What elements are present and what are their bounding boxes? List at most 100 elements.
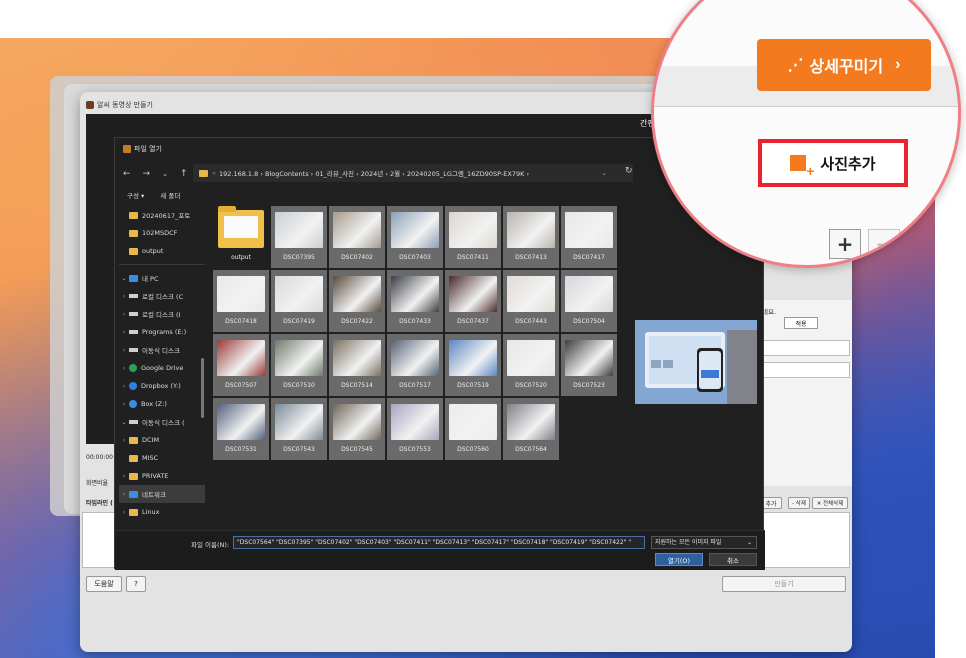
- forward-arrow-icon[interactable]: →: [143, 169, 151, 179]
- help-button[interactable]: 도움말: [86, 576, 122, 592]
- nav-item[interactable]: ⌄ 내 PC: [119, 269, 205, 287]
- nav-item[interactable]: › 로컬 디스크 (I: [119, 305, 205, 323]
- image-tile[interactable]: DSC07560: [445, 398, 501, 460]
- image-tile[interactable]: DSC07411: [445, 206, 501, 268]
- folder-tile[interactable]: output: [213, 206, 269, 268]
- image-tile[interactable]: DSC07418: [213, 270, 269, 332]
- image-tile[interactable]: DSC07514: [329, 334, 385, 396]
- expand-chevron-icon[interactable]: ›: [119, 437, 129, 444]
- expand-chevron-icon[interactable]: ›: [119, 491, 129, 498]
- nav-item[interactable]: › Linux: [119, 503, 205, 521]
- image-tile[interactable]: DSC07510: [271, 334, 327, 396]
- folder-icon: [129, 436, 138, 444]
- expand-chevron-icon[interactable]: ›: [119, 293, 129, 300]
- image-tile[interactable]: DSC07543: [271, 398, 327, 460]
- nav-item[interactable]: › Programs (E:): [119, 323, 205, 341]
- folder-icon: [129, 508, 138, 516]
- filetype-select[interactable]: 지원하는 모든 이미지 파일 ⌄: [651, 536, 757, 549]
- text-field-1[interactable]: [762, 340, 850, 356]
- nav-item[interactable]: output: [119, 242, 205, 260]
- nav-item[interactable]: › PRIVATE: [119, 467, 205, 485]
- expand-chevron-icon[interactable]: ⌄: [119, 419, 129, 426]
- sidebar-scrollbar[interactable]: [201, 358, 204, 418]
- image-thumbnail: [217, 340, 265, 376]
- image-tile[interactable]: DSC07403: [387, 206, 443, 268]
- file-name: DSC07514: [341, 382, 373, 389]
- filename-input[interactable]: "DSC07564" "DSC07395" "DSC07402" "DSC074…: [233, 536, 645, 549]
- delete-button[interactable]: - 삭제: [788, 497, 810, 509]
- image-tile[interactable]: DSC07433: [387, 270, 443, 332]
- image-tile[interactable]: DSC07443: [503, 270, 559, 332]
- zoom-divider: [654, 106, 958, 107]
- plus-button[interactable]: +: [829, 229, 861, 259]
- nav-item[interactable]: MISC: [119, 449, 205, 467]
- image-tile[interactable]: DSC07531: [213, 398, 269, 460]
- nav-item-label: 20240617_포토: [142, 212, 191, 220]
- add-photo-button[interactable]: 사진추가: [758, 139, 908, 187]
- image-thumbnail: [449, 404, 497, 440]
- image-tile[interactable]: DSC07402: [329, 206, 385, 268]
- image-tile[interactable]: DSC07564: [503, 398, 559, 460]
- image-tile[interactable]: DSC07545: [329, 398, 385, 460]
- history-chevron-icon[interactable]: ⌄: [162, 170, 168, 178]
- organize-button[interactable]: 구성 ▾: [127, 190, 144, 200]
- nav-item[interactable]: 102MSDCF: [119, 224, 205, 242]
- expand-chevron-icon[interactable]: ›: [119, 401, 129, 408]
- expand-chevron-icon[interactable]: ›: [119, 473, 129, 480]
- image-tile[interactable]: DSC07422: [329, 270, 385, 332]
- nav-item[interactable]: › 네트워크: [119, 485, 205, 503]
- question-button[interactable]: ?: [126, 576, 146, 592]
- image-tile[interactable]: DSC07519: [445, 334, 501, 396]
- expand-chevron-icon[interactable]: ›: [119, 311, 129, 318]
- image-tile[interactable]: DSC07520: [503, 334, 559, 396]
- nav-item[interactable]: › DCIM: [119, 431, 205, 449]
- address-bar[interactable]: « 192.168.1.8 › BlogContents › 01_리뷰_사진 …: [193, 164, 633, 182]
- image-tile[interactable]: DSC07523: [561, 334, 617, 396]
- image-thumbnail: [391, 404, 439, 440]
- back-arrow-icon[interactable]: ←: [123, 169, 131, 179]
- apply-button[interactable]: 적용: [784, 317, 818, 329]
- new-folder-button[interactable]: 새 폴더: [160, 190, 180, 200]
- address-dropdown-icon[interactable]: ⌄: [602, 169, 607, 177]
- nav-item[interactable]: › Google Drive: [119, 359, 205, 377]
- image-tile[interactable]: DSC07553: [387, 398, 443, 460]
- delete-all-button[interactable]: ✕ 전체삭제: [812, 497, 848, 509]
- image-tile[interactable]: DSC07507: [213, 334, 269, 396]
- make-button[interactable]: 만들기: [722, 576, 846, 592]
- expand-chevron-icon[interactable]: ›: [119, 329, 129, 336]
- decorate-button[interactable]: ⋰ 상세꾸미기 ›: [757, 39, 931, 91]
- nav-item[interactable]: › Box (Z:): [119, 395, 205, 413]
- image-thumbnail: [333, 340, 381, 376]
- up-arrow-icon[interactable]: ↑: [180, 169, 188, 179]
- drive-icon: [129, 294, 138, 298]
- text-field-2[interactable]: [762, 362, 850, 378]
- nav-item[interactable]: › 로컬 디스크 (C: [119, 287, 205, 305]
- cancel-button[interactable]: 취소: [709, 553, 757, 566]
- box-icon: [129, 400, 137, 408]
- image-thumbnail: [275, 340, 323, 376]
- expand-chevron-icon[interactable]: ›: [119, 383, 129, 390]
- image-tile[interactable]: DSC07413: [503, 206, 559, 268]
- expand-chevron-icon[interactable]: ›: [119, 509, 129, 516]
- nav-item[interactable]: ⌄ 이동식 디스크 (: [119, 413, 205, 431]
- expand-chevron-icon[interactable]: ›: [119, 347, 129, 354]
- nav-item[interactable]: 20240617_포토: [119, 206, 205, 224]
- file-name: DSC07403: [399, 254, 431, 261]
- image-tile[interactable]: DSC07504: [561, 270, 617, 332]
- refresh-icon[interactable]: ↻: [625, 166, 633, 176]
- image-tile[interactable]: DSC07517: [387, 334, 443, 396]
- expand-chevron-icon[interactable]: ›: [119, 365, 129, 372]
- image-tile[interactable]: DSC07437: [445, 270, 501, 332]
- open-button[interactable]: 열기(O): [655, 553, 703, 566]
- image-tile[interactable]: DSC07417: [561, 206, 617, 268]
- minus-button[interactable]: −: [868, 229, 900, 259]
- image-thumbnail: [217, 276, 265, 312]
- nav-item[interactable]: › Dropbox (Y:): [119, 377, 205, 395]
- image-tile[interactable]: DSC07419: [271, 270, 327, 332]
- image-thumbnail: [507, 340, 555, 376]
- image-tile[interactable]: DSC07395: [271, 206, 327, 268]
- app-title-bar: 알씨 동영상 만들기: [86, 100, 153, 110]
- expand-chevron-icon[interactable]: ⌄: [119, 275, 129, 282]
- nav-item[interactable]: › 이동식 디스크: [119, 341, 205, 359]
- file-name: DSC07411: [457, 254, 489, 261]
